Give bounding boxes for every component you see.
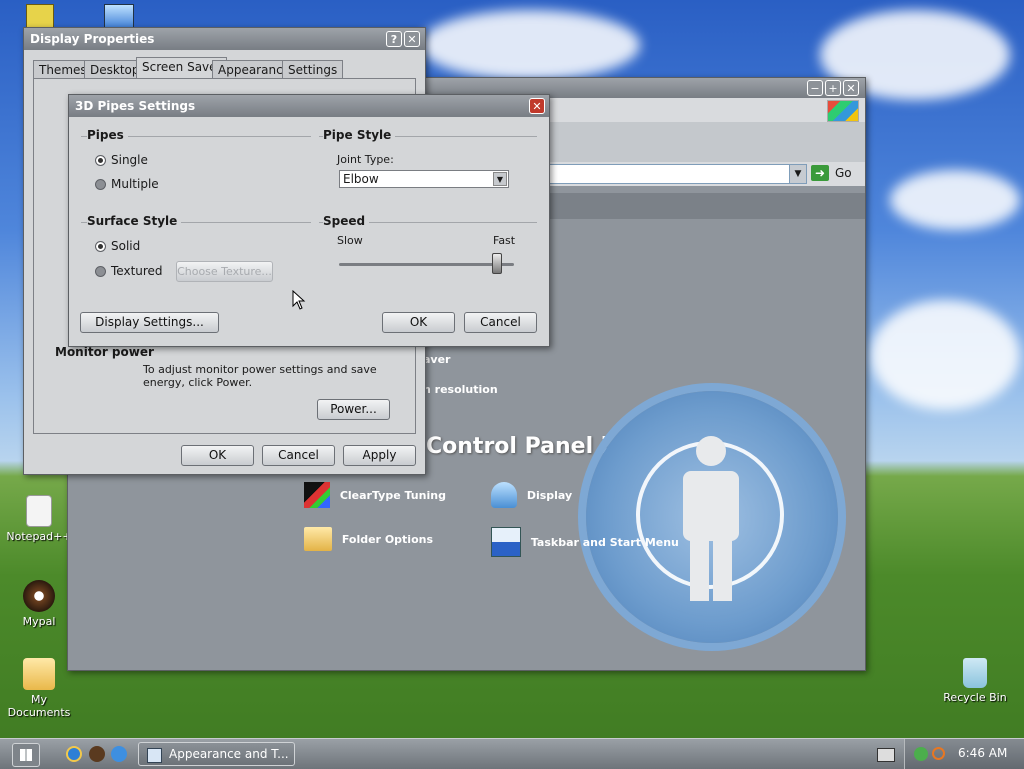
speed-slow-label: Slow: [337, 234, 363, 247]
dialog-title: 3D Pipes Settings: [75, 99, 196, 113]
radio-label: Solid: [111, 239, 141, 253]
start-grid-icon: [20, 749, 32, 761]
radio-single[interactable]: Single: [95, 153, 148, 167]
chevron-down-icon[interactable]: ▼: [493, 172, 507, 186]
cancel-button[interactable]: Cancel: [262, 445, 335, 466]
desktop-icon-label: Notepad++: [6, 530, 72, 543]
cp-item-label: Taskbar and Start Menu: [530, 535, 679, 549]
cleartype-icon: [304, 482, 330, 508]
cp-item-label: Folder Options: [341, 532, 434, 546]
cp-partial-item[interactable]: aver: [423, 353, 450, 366]
radio-dot: [95, 241, 106, 252]
window-title: Display Properties: [30, 32, 155, 46]
display-icon: [491, 482, 517, 508]
display-properties-titlebar: Display Properties ? ✕: [24, 28, 425, 50]
notepadpp-icon: [26, 495, 52, 527]
close-button[interactable]: ✕: [529, 98, 545, 114]
mouse-cursor-icon: [292, 290, 306, 310]
cancel-button[interactable]: Cancel: [464, 312, 537, 333]
desktop-icon-recycle-bin[interactable]: Recycle Bin: [936, 658, 1014, 704]
choose-texture-button[interactable]: Choose Texture...: [176, 261, 273, 282]
pipes-group-label: Pipes: [87, 128, 128, 142]
surface-style-group-label: Surface Style: [87, 214, 182, 228]
radio-textured[interactable]: Textured: [95, 264, 163, 278]
radio-label: Single: [111, 153, 148, 167]
cp-item-folder-options[interactable]: Folder Options: [304, 527, 433, 551]
cp-item-cleartype[interactable]: ClearType Tuning: [304, 482, 446, 508]
cloud: [890, 170, 1020, 230]
radio-label: Textured: [111, 264, 163, 278]
speed-slider-thumb[interactable]: [491, 253, 502, 274]
joint-type-select[interactable]: Elbow ▼: [339, 170, 509, 188]
folder-options-icon: [304, 527, 332, 551]
radio-dot: [95, 155, 106, 166]
cp-item-label: Display: [526, 488, 573, 502]
maximize-button[interactable]: +: [825, 80, 841, 96]
task-label: Appearance and T...: [169, 747, 289, 761]
pipes-settings-titlebar: 3D Pipes Settings ✕: [69, 95, 549, 117]
taskbar-task-appearance[interactable]: Appearance and T...: [138, 742, 295, 766]
cp-item-taskbar[interactable]: Taskbar and Start Menu: [491, 527, 679, 557]
power-button[interactable]: Power...: [317, 399, 390, 420]
mypal-icon: [23, 580, 55, 612]
mypal-quicklaunch-icon[interactable]: [89, 746, 105, 762]
address-input[interactable]: [538, 164, 790, 184]
monitor-power-label: Monitor power: [55, 345, 158, 359]
radio-multiple[interactable]: Multiple: [95, 177, 159, 191]
cloud: [870, 300, 1020, 410]
radio-label: Multiple: [111, 177, 159, 191]
apply-button[interactable]: Apply: [343, 445, 416, 466]
recycle-bin-icon: [963, 658, 987, 688]
go-button-label[interactable]: Go: [835, 166, 852, 180]
radio-dot: [95, 179, 106, 190]
cp-item-display[interactable]: Display: [491, 482, 572, 508]
display-settings-button[interactable]: Display Settings...: [80, 312, 219, 333]
go-arrow-icon[interactable]: ➜: [811, 165, 829, 181]
help-button[interactable]: ?: [386, 31, 402, 47]
desktop-icon-label: Mypal: [22, 615, 56, 628]
pipes-settings-dialog: 3D Pipes Settings ✕ Pipes Single Multipl…: [68, 94, 550, 347]
desktop-icon-label: My Documents: [7, 693, 71, 719]
folder-icon: [23, 658, 55, 690]
joint-type-value: Elbow: [343, 172, 379, 186]
taskbar: Appearance and T... 6:46 AM: [0, 738, 1024, 769]
taskbar-start-icon: [491, 527, 521, 557]
desktop-icon-label: Recycle Bin: [943, 691, 1007, 704]
network-icon[interactable]: [914, 747, 928, 761]
cloud: [420, 10, 640, 80]
minimize-button[interactable]: −: [807, 80, 823, 96]
pipe-style-group-label: Pipe Style: [323, 128, 396, 142]
cp-item-label: ClearType Tuning: [339, 488, 446, 502]
ie-alt-icon[interactable]: [111, 746, 127, 762]
radio-dot: [95, 266, 106, 277]
ie-icon[interactable]: [66, 746, 82, 762]
windows-logo-icon: [827, 100, 859, 122]
keyboard-icon[interactable]: [877, 748, 895, 762]
cp-partial-item[interactable]: n resolution: [423, 383, 498, 396]
speed-group-label: Speed: [323, 214, 370, 228]
close-button[interactable]: ✕: [404, 31, 420, 47]
clock[interactable]: 6:46 AM: [958, 746, 1007, 760]
speed-fast-label: Fast: [493, 234, 516, 247]
control-panel-task-icon: [147, 748, 162, 763]
joint-type-label: Joint Type:: [337, 153, 394, 166]
start-button[interactable]: [12, 743, 40, 767]
ok-button[interactable]: OK: [181, 445, 254, 466]
search-icon[interactable]: [932, 747, 945, 760]
tab-settings[interactable]: Settings: [282, 60, 344, 78]
speed-slider-track[interactable]: [339, 263, 514, 266]
monitor-power-text: To adjust monitor power settings and sav…: [143, 363, 377, 389]
radio-solid[interactable]: Solid: [95, 239, 140, 253]
cp-header-band: [538, 193, 865, 219]
user-figure-icon: [586, 391, 838, 643]
ok-button[interactable]: OK: [382, 312, 455, 333]
address-dropdown-button[interactable]: ▼: [789, 164, 807, 184]
close-button[interactable]: ✕: [843, 80, 859, 96]
